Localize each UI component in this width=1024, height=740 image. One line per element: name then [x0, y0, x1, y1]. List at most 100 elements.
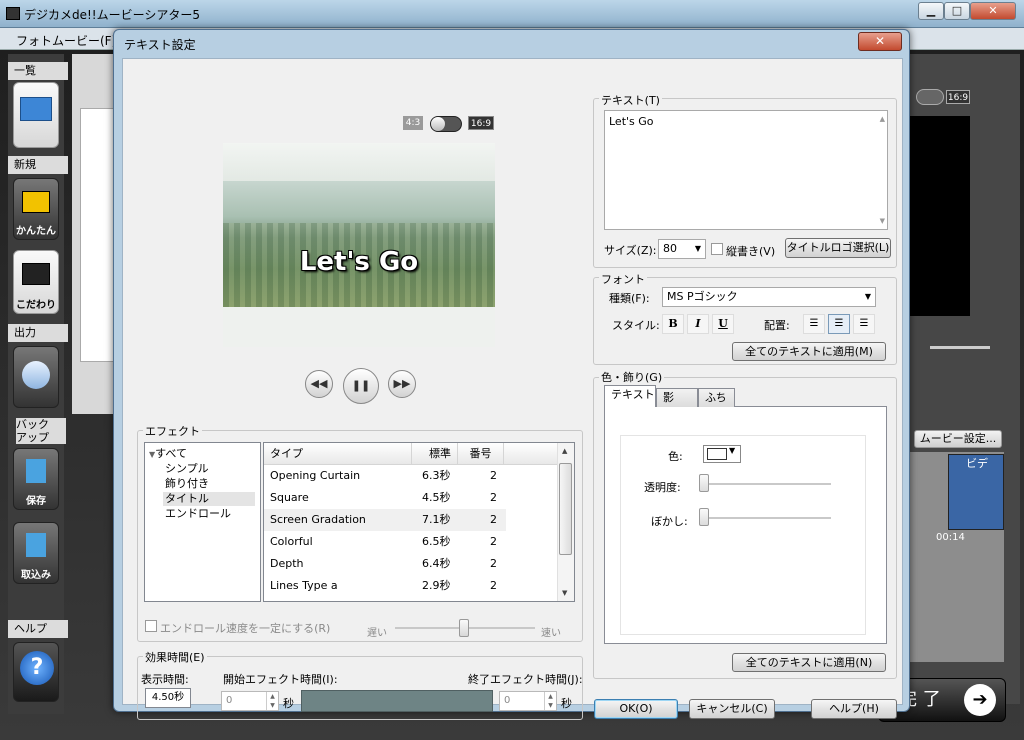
preview-sky [223, 143, 495, 181]
easy-button[interactable]: かんたん [13, 178, 59, 240]
movie-setting-button[interactable]: ムービー設定... [914, 430, 1002, 448]
font-kind-label: 種類(F): [609, 292, 650, 305]
tab-inner-box [620, 435, 866, 635]
help-button[interactable]: ヘルプ(H) [811, 699, 897, 719]
opacity-slider-track[interactable] [699, 483, 831, 485]
tree-item-simple[interactable]: シンプル [165, 462, 275, 476]
tab-text[interactable]: テキスト [604, 385, 656, 407]
start-effect-time-spinner[interactable]: 0 ▲ ▼ [221, 691, 279, 711]
blur-slider-track[interactable] [699, 517, 831, 519]
column-number[interactable]: 番号 [458, 443, 504, 465]
backup-section-label: バック アップ [16, 418, 66, 444]
dialog-title: テキスト設定 [124, 38, 196, 52]
text-input-area[interactable]: Let's Go ▲ ▼ [604, 110, 888, 230]
tree-item-decorated[interactable]: 飾り付き [165, 477, 275, 491]
chevron-down-icon: ▼ [694, 244, 701, 253]
blur-label: ぼかし: [651, 515, 688, 528]
list-button[interactable] [13, 82, 59, 148]
end-sec-unit: 秒 [561, 697, 572, 710]
clapper-icon [22, 263, 50, 285]
endroll-speed-label: エンドロール速度を一定にする(R) [160, 622, 331, 635]
bold-button[interactable]: B [662, 314, 684, 334]
list-item[interactable]: Colorful 6.5秒 2 [264, 531, 506, 553]
tab-shadow[interactable]: 影 [656, 388, 698, 407]
display-time-value: 4.50秒 [145, 688, 191, 708]
preview-overlay-text: Let's Go [299, 247, 419, 277]
spin-down-icon[interactable]: ▼ [266, 701, 278, 710]
speed-slow-label: 遅い [367, 628, 387, 639]
menu-photomovie[interactable]: フォトムービー(F) [16, 32, 116, 49]
help-main-button[interactable]: ? [13, 642, 59, 702]
save-button[interactable]: 保存 [13, 448, 59, 510]
background-aspect-169: 16:9 [946, 90, 970, 104]
endroll-speed-checkbox[interactable] [145, 620, 157, 632]
apply-color-all-button[interactable]: 全てのテキストに適用(N) [732, 653, 886, 672]
clapper-icon [22, 191, 50, 213]
dialog-close-button[interactable]: ✕ [858, 32, 902, 51]
detail-button[interactable]: こだわり [13, 250, 59, 314]
scroll-up-icon[interactable]: ▲ [562, 447, 567, 455]
spin-up-icon[interactable]: ▲ [266, 692, 278, 701]
blur-slider-thumb[interactable] [699, 508, 709, 526]
list-item-selected[interactable]: Screen Gradation 7.1秒 2 [264, 509, 506, 531]
scroll-down-icon[interactable]: ▼ [880, 217, 885, 225]
title-logo-select-button[interactable]: タイトルロゴ選択(L) [785, 238, 891, 258]
column-standard[interactable]: 標準 [412, 443, 458, 465]
down-arrow-icon [26, 533, 46, 557]
import-button[interactable]: 取込み [13, 522, 59, 584]
pause-icon: ❚❚ [351, 379, 371, 392]
fast-forward-button[interactable]: ▶▶ [388, 370, 416, 398]
effect-time-bar[interactable] [301, 690, 493, 712]
minimize-button[interactable]: ▁ [918, 2, 944, 20]
main-close-button[interactable]: ✕ [970, 2, 1016, 20]
list-item[interactable]: Opening Curtain 6.3秒 2 [264, 465, 506, 487]
background-volume-slider [930, 346, 990, 349]
chevron-down-icon: ▼ [864, 292, 871, 301]
color-decoration-label: 色・飾り(G) [599, 369, 665, 385]
cancel-button[interactable]: キャンセル(C) [689, 699, 775, 719]
align-center-button[interactable]: ☰ [828, 314, 850, 334]
main-window-title: デジカメde!!ムービーシアター5 [24, 8, 201, 22]
disc-icon [22, 361, 50, 389]
pause-button[interactable]: ❚❚ [343, 368, 379, 404]
ok-button[interactable]: OK(O) [594, 699, 678, 719]
speed-slider-thumb[interactable] [459, 619, 469, 637]
italic-button[interactable]: I [687, 314, 709, 334]
tab-border[interactable]: ふち [698, 388, 735, 407]
scroll-down-icon[interactable]: ▼ [562, 589, 567, 597]
screen-icon [20, 97, 52, 121]
start-sec-unit: 秒 [283, 697, 294, 710]
maximize-button[interactable]: □ [944, 2, 970, 20]
apply-font-all-button[interactable]: 全てのテキストに適用(M) [732, 342, 886, 361]
opacity-label: 透明度: [644, 481, 681, 494]
aspect-43-label: 4:3 [403, 116, 423, 130]
size-select[interactable]: 80 ▼ [658, 239, 706, 259]
list-item[interactable]: Depth 6.4秒 2 [264, 553, 506, 575]
list-item[interactable]: Lines Type a 2.9秒 2 [264, 575, 506, 597]
font-kind-select[interactable]: MS Pゴシック ▼ [662, 287, 876, 307]
tree-item-title[interactable]: タイトル [163, 492, 255, 506]
vertical-writing-checkbox[interactable] [711, 243, 723, 255]
underline-button[interactable]: U [712, 314, 734, 334]
spin-down-icon[interactable]: ▼ [544, 701, 556, 710]
timeline-clip-label: ビデ [966, 457, 988, 470]
align-label: 配置: [764, 319, 790, 332]
tree-item-all[interactable]: ▼すべて [149, 447, 259, 461]
opacity-slider-thumb[interactable] [699, 474, 709, 492]
end-effect-time-spinner[interactable]: 0 ▲ ▼ [499, 691, 557, 711]
font-group-label: フォント [599, 271, 647, 287]
tree-item-endroll[interactable]: エンドロール [165, 507, 275, 521]
align-right-button[interactable]: ☰ [853, 314, 875, 334]
scroll-up-icon[interactable]: ▲ [880, 115, 885, 123]
background-black-preview [908, 116, 970, 316]
start-effect-time-label: 開始エフェクト時間(I): [223, 673, 338, 686]
up-arrow-icon [26, 459, 46, 483]
list-item[interactable]: Square 4.5秒 2 [264, 487, 506, 509]
align-left-button[interactable]: ☰ [803, 314, 825, 334]
column-type[interactable]: タイプ [264, 443, 412, 465]
rewind-button[interactable]: ◀◀ [305, 370, 333, 398]
preview-bottom-band [223, 307, 495, 347]
spin-up-icon[interactable]: ▲ [544, 692, 556, 701]
output-button[interactable] [13, 346, 59, 408]
list-scroll-thumb[interactable] [559, 463, 572, 555]
